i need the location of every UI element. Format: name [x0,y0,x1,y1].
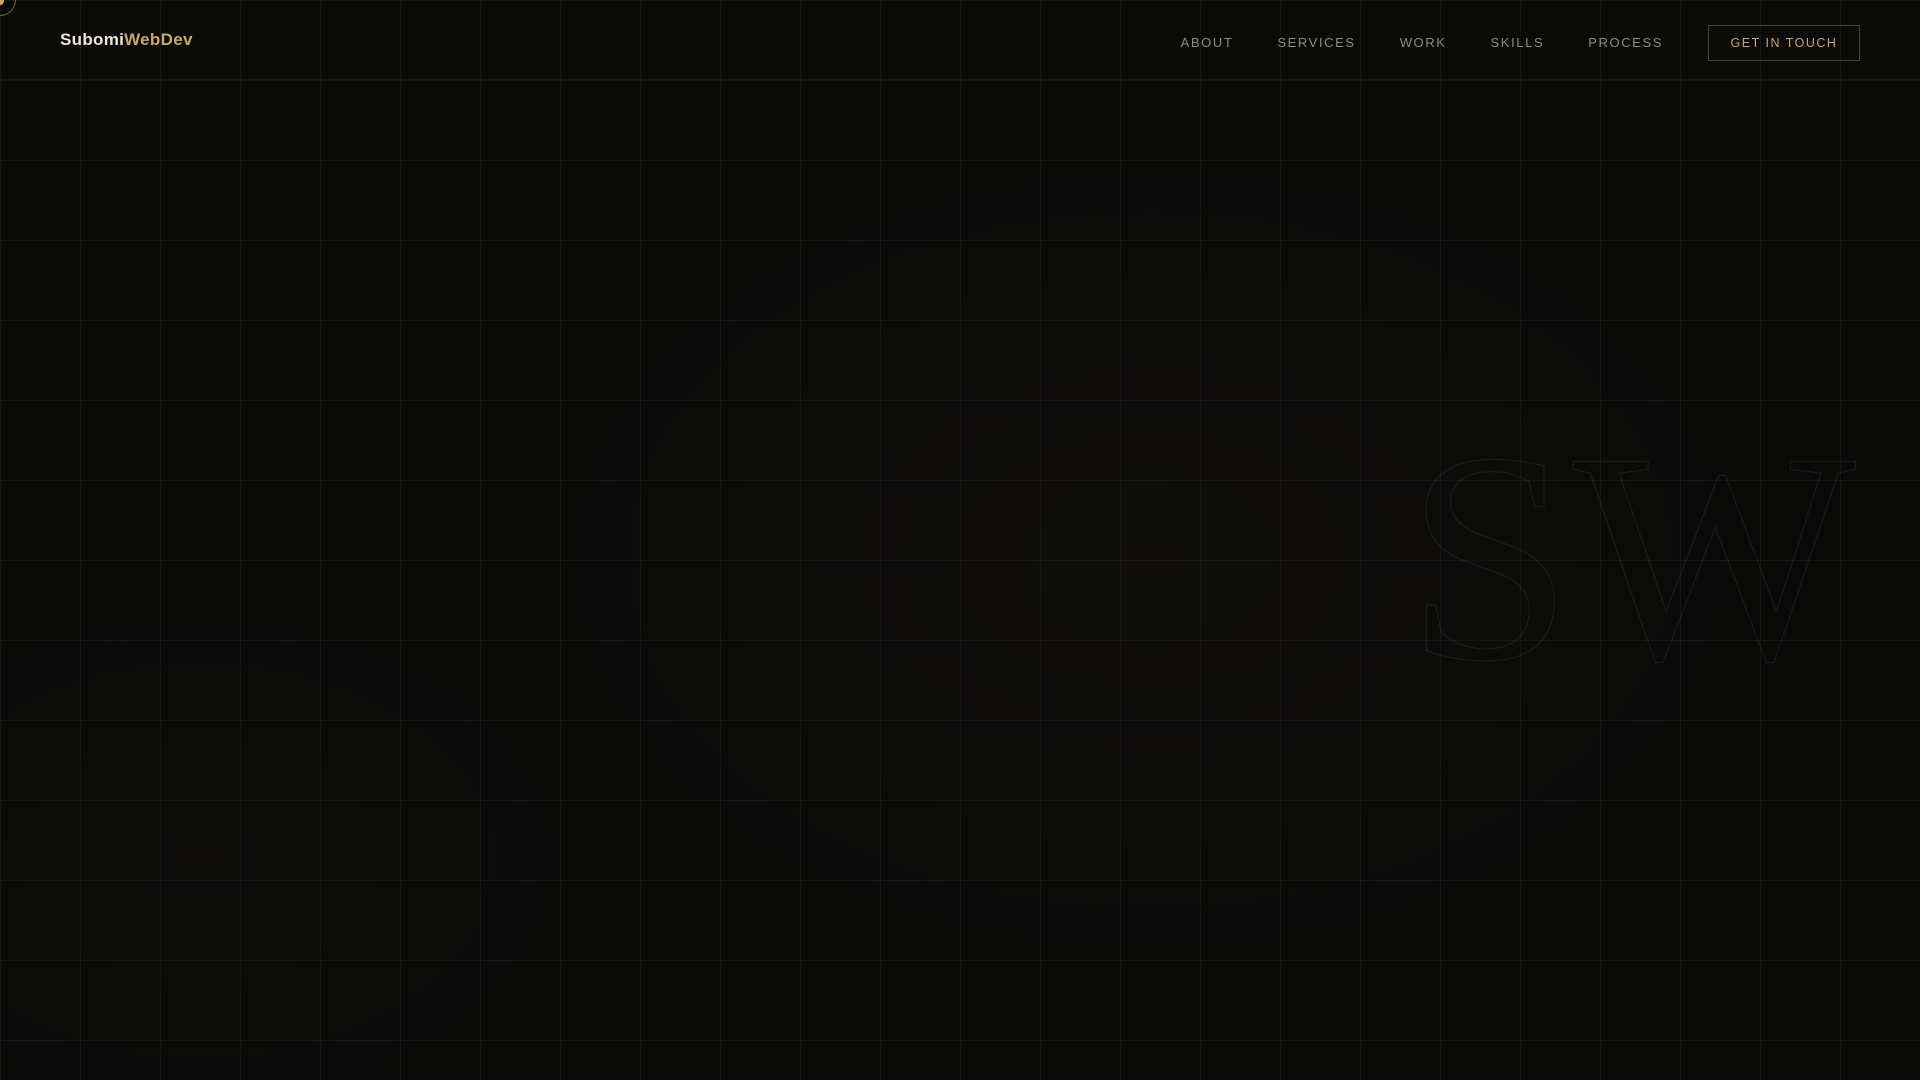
logo[interactable]: SubomiWebDev [60,30,193,50]
nav-link-work[interactable]: WORK [1400,35,1447,50]
site-header: SubomiWebDev ABOUT SERVICES WORK SKILLS … [0,0,1920,80]
monogram-text: SW [1406,391,1859,723]
monogram-watermark: SW [1405,390,1859,723]
logo-accent-text: WebDev [124,30,193,49]
main-nav: ABOUT SERVICES WORK SKILLS PROCESS [1181,35,1663,50]
nav-link-skills[interactable]: SKILLS [1491,35,1545,50]
nav-link-process[interactable]: PROCESS [1588,35,1663,50]
logo-primary-text: Subomi [60,30,125,49]
get-in-touch-button[interactable]: GET IN TOUCH [1708,25,1860,61]
nav-link-about[interactable]: ABOUT [1181,35,1234,50]
page: SW SubomiWebDev ABOUT SERVICES WORK SKIL… [0,0,1920,1080]
nav-link-services[interactable]: SERVICES [1277,35,1355,50]
